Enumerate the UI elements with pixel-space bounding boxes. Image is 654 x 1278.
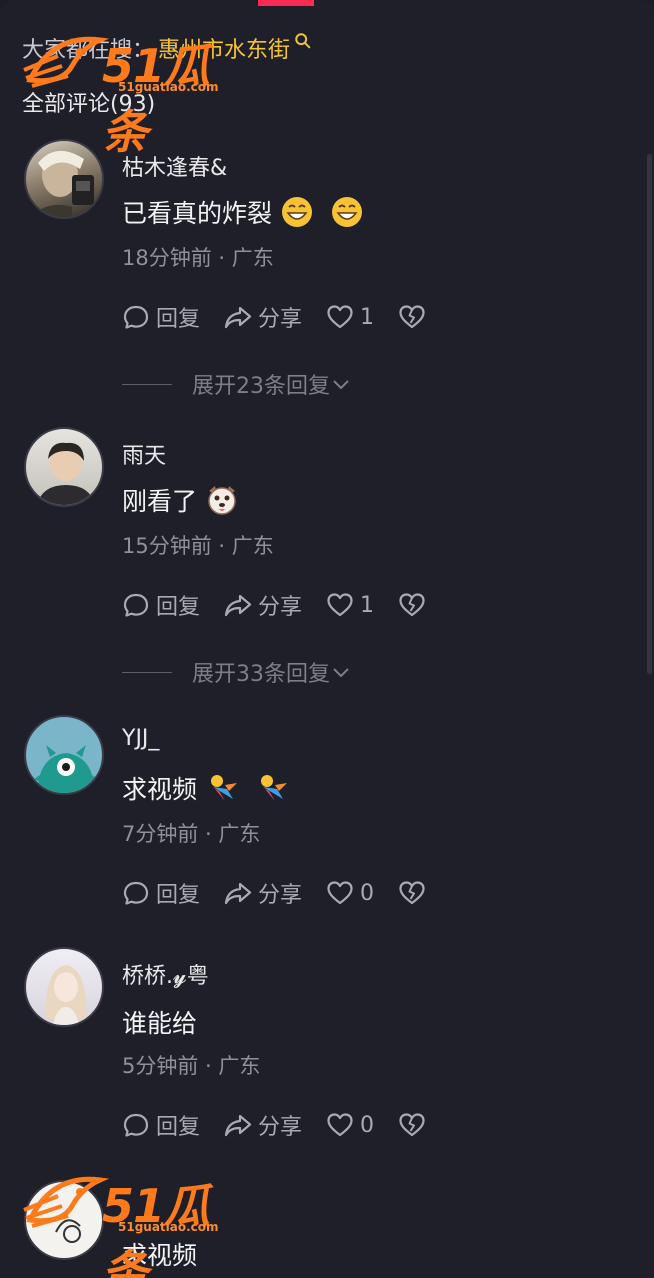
heart-icon bbox=[327, 1113, 353, 1137]
share-label: 分享 bbox=[258, 883, 303, 908]
share-arrow-icon bbox=[224, 882, 252, 905]
dislike-button[interactable] bbox=[398, 303, 426, 331]
like-button[interactable]: 1 bbox=[326, 303, 374, 331]
comment-actions: 回复 分享 1 bbox=[122, 301, 450, 333]
comment-text-row: 刚看了 bbox=[122, 482, 239, 518]
broken-heart-icon bbox=[399, 305, 425, 329]
scrollbar[interactable] bbox=[647, 154, 652, 674]
comment-text: 谁能给 bbox=[122, 1009, 198, 1038]
reply-button[interactable]: 回复 bbox=[122, 301, 200, 333]
reply-button[interactable]: 回复 bbox=[122, 589, 200, 621]
avatar-photo-icon bbox=[45, 965, 87, 1025]
grin-emoji bbox=[332, 197, 363, 227]
dislike-button[interactable] bbox=[398, 1111, 426, 1139]
dislike-button[interactable] bbox=[398, 591, 426, 619]
like-button[interactable]: 0 bbox=[326, 1111, 374, 1139]
share-button[interactable]: 分享 bbox=[224, 589, 302, 621]
comment-text-row: 谁能给 bbox=[122, 1004, 197, 1040]
comment-text: 已看真的炸裂 bbox=[122, 199, 273, 228]
expand-replies-label: 展开33条回复 bbox=[192, 662, 330, 687]
share-arrow-icon bbox=[224, 306, 252, 329]
broken-heart-icon bbox=[399, 881, 425, 905]
watermark-brand: 51瓜条 bbox=[102, 39, 210, 159]
expand-replies[interactable]: 展开23条回复 bbox=[122, 368, 352, 400]
username[interactable]: 枯木逢春& bbox=[122, 150, 227, 182]
watermark-logo: 51瓜条 51guatiao.com bbox=[22, 26, 252, 159]
comment-actions: 回复 分享 1 bbox=[122, 589, 450, 621]
like-count: 1 bbox=[360, 592, 375, 618]
heart-icon bbox=[327, 881, 353, 905]
username[interactable]: YJJ_ bbox=[122, 726, 159, 751]
reply-label: 回复 bbox=[156, 883, 201, 908]
grin-emoji bbox=[282, 197, 313, 227]
share-button[interactable]: 分享 bbox=[224, 301, 302, 333]
share-label: 分享 bbox=[258, 595, 303, 620]
flying-emoji bbox=[261, 775, 288, 801]
reply-label: 回复 bbox=[156, 595, 201, 620]
reply-button[interactable]: 回复 bbox=[122, 1109, 200, 1141]
broken-heart-icon bbox=[399, 1113, 425, 1137]
avatar[interactable] bbox=[24, 139, 104, 219]
like-count: 0 bbox=[360, 880, 375, 906]
comment-actions: 回复 分享 0 bbox=[122, 1109, 450, 1141]
comment-text-row: 已看真的炸裂 bbox=[122, 194, 364, 230]
share-label: 分享 bbox=[258, 1115, 303, 1140]
username[interactable]: 桥桥.𝔂粤 bbox=[122, 958, 209, 990]
avatar[interactable] bbox=[24, 715, 104, 795]
comments-sheet: 大家都在搜： 惠州市水东街 全部评论(93) 51瓜条 51guatiao.co… bbox=[0, 0, 654, 1278]
dislike-button[interactable] bbox=[398, 879, 426, 907]
heart-icon bbox=[327, 305, 353, 329]
reply-label: 回复 bbox=[156, 307, 201, 332]
expand-replies[interactable]: 展开33条回复 bbox=[122, 656, 352, 688]
watermark-mark-icon bbox=[23, 36, 110, 88]
broken-heart-icon bbox=[399, 593, 425, 617]
heart-icon bbox=[327, 593, 353, 617]
avatar[interactable] bbox=[24, 427, 104, 507]
like-count: 1 bbox=[360, 304, 375, 330]
watermark-domain: 51guatiao.com bbox=[118, 1220, 219, 1234]
avatar[interactable] bbox=[24, 947, 104, 1027]
reply-label: 回复 bbox=[156, 1115, 201, 1140]
expand-replies-label: 展开23条回复 bbox=[192, 374, 330, 399]
avatar-photo-icon bbox=[30, 150, 94, 217]
share-arrow-icon bbox=[224, 594, 252, 617]
divider-line bbox=[122, 671, 172, 673]
avatar-photo-icon bbox=[36, 442, 96, 505]
comment-meta: 5分钟前 · 广东 bbox=[122, 1054, 261, 1078]
reply-bubble-icon bbox=[123, 1113, 149, 1137]
flying-emoji bbox=[211, 775, 238, 801]
divider-line bbox=[122, 383, 172, 385]
watermark-mark-icon bbox=[23, 1176, 110, 1228]
comment-actions: 回复 分享 0 bbox=[122, 877, 450, 909]
username[interactable]: 雨天 bbox=[122, 438, 166, 470]
reply-bubble-icon bbox=[123, 593, 149, 617]
comment-meta: 15分钟前 · 广东 bbox=[122, 534, 274, 558]
comment-text-row: 求视频 bbox=[122, 770, 289, 806]
share-arrow-icon bbox=[224, 1114, 252, 1137]
comment-text: 求视频 bbox=[122, 775, 198, 804]
comment-meta: 7分钟前 · 广东 bbox=[122, 822, 261, 846]
watermark-domain: 51guatiao.com bbox=[118, 80, 219, 94]
reply-button[interactable]: 回复 bbox=[122, 877, 200, 909]
watermark-logo: 51瓜条 51guatiao.com bbox=[22, 1166, 252, 1278]
comment-text: 刚看了 bbox=[122, 487, 198, 516]
like-button[interactable]: 0 bbox=[326, 879, 374, 907]
like-button[interactable]: 1 bbox=[326, 591, 374, 619]
search-icon bbox=[295, 33, 311, 49]
share-label: 分享 bbox=[258, 307, 303, 332]
chevron-down-icon bbox=[333, 668, 349, 678]
top-indicator bbox=[258, 0, 314, 6]
share-button[interactable]: 分享 bbox=[224, 1109, 302, 1141]
reply-bubble-icon bbox=[123, 881, 149, 905]
chevron-down-icon bbox=[333, 380, 349, 390]
dog-emoji bbox=[208, 486, 236, 515]
reply-bubble-icon bbox=[123, 305, 149, 329]
like-count: 0 bbox=[360, 1112, 375, 1138]
share-button[interactable]: 分享 bbox=[224, 877, 302, 909]
comment-meta: 18分钟前 · 广东 bbox=[122, 246, 274, 270]
avatar-monster-icon bbox=[34, 745, 98, 793]
